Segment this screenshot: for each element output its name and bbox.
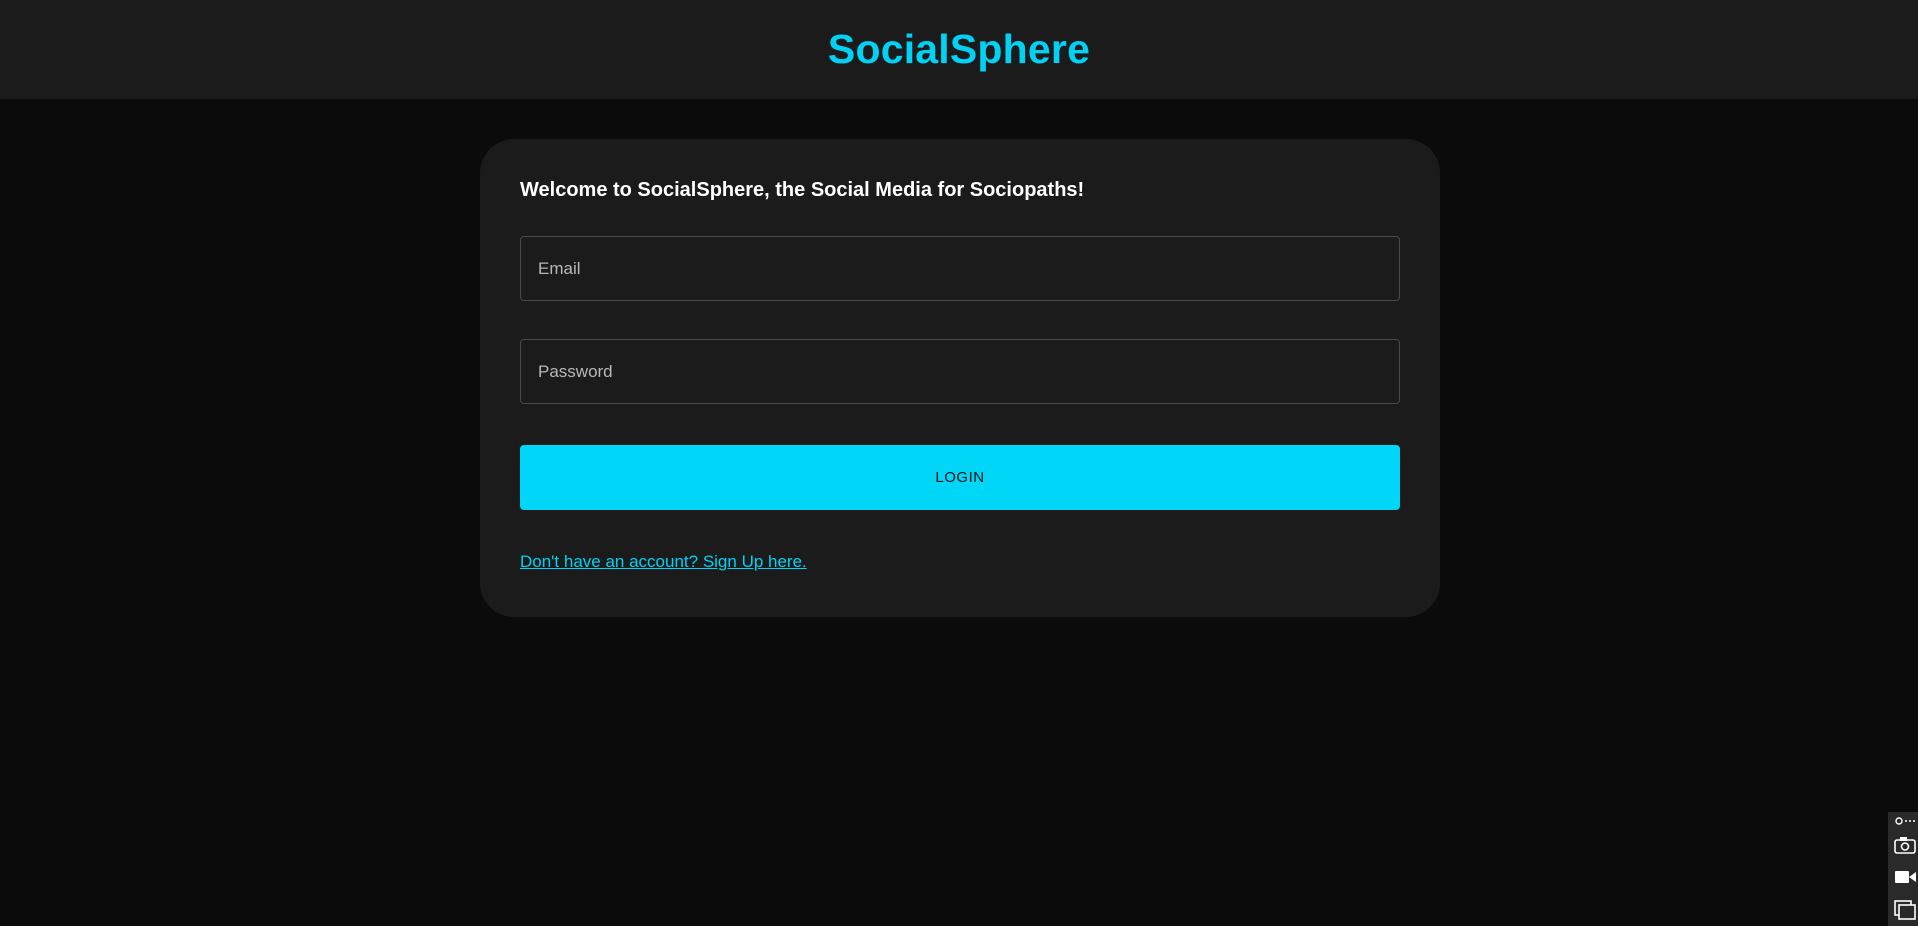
login-button[interactable]: LOGIN [520, 445, 1400, 510]
link-icon[interactable] [1894, 814, 1916, 834]
video-icon[interactable] [1894, 868, 1916, 891]
welcome-heading: Welcome to SocialSphere, the Social Medi… [520, 179, 1085, 201]
login-card: Welcome to SocialSphere, the Social Medi… [480, 139, 1440, 617]
capture-toolbar [1888, 812, 1918, 926]
password-field[interactable] [520, 339, 1400, 404]
signup-link[interactable]: Don't have an account? Sign Up here. [520, 552, 807, 572]
email-field[interactable] [520, 236, 1400, 301]
brand-logo-text[interactable]: SocialSphere [828, 26, 1090, 73]
app-header: SocialSphere [0, 0, 1918, 99]
camera-icon[interactable] [1894, 836, 1916, 859]
window-icon[interactable] [1894, 900, 1916, 925]
